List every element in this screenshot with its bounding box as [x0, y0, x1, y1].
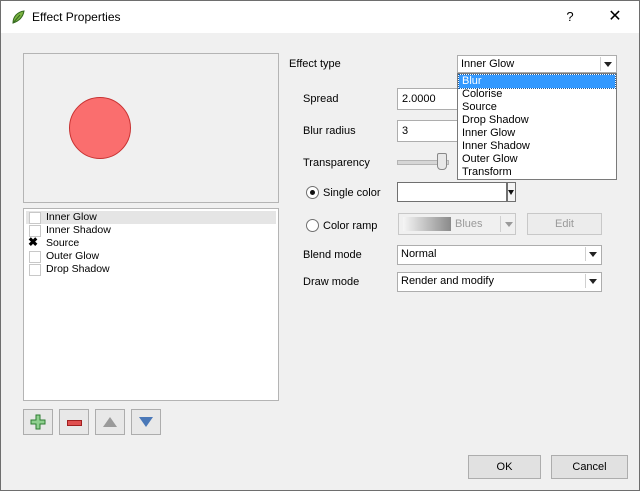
qgis-leaf-icon: [12, 10, 25, 24]
draw-mode-label: Draw mode: [303, 276, 360, 288]
check-mark-icon: ✖: [28, 235, 39, 249]
list-item-label: Inner Glow: [46, 211, 97, 223]
help-button[interactable]: ?: [559, 7, 581, 27]
add-effect-button[interactable]: [23, 409, 53, 435]
window-title: Effect Properties: [32, 10, 121, 24]
arrow-down-icon: [139, 417, 153, 427]
draw-mode-value: Render and modify: [401, 275, 494, 287]
effect-checkbox[interactable]: [29, 251, 41, 263]
dropdown-option[interactable]: Outer Glow: [459, 153, 615, 166]
spread-value: 2.0000: [402, 93, 436, 105]
plus-icon: [30, 414, 46, 430]
transparency-label: Transparency: [303, 157, 370, 169]
list-item[interactable]: Outer Glow: [26, 250, 276, 263]
effects-list[interactable]: Inner Glow Inner Shadow ✖ Source Outer Glow D…: [23, 208, 279, 401]
remove-effect-button[interactable]: [59, 409, 89, 435]
blend-mode-value: Normal: [401, 248, 437, 260]
list-item-label: Drop Shadow: [46, 263, 110, 275]
minus-icon: [67, 420, 82, 426]
list-item[interactable]: Inner Glow: [26, 211, 276, 224]
effect-type-combo[interactable]: Inner Glow: [457, 55, 617, 73]
edit-ramp-button[interactable]: Edit: [527, 213, 602, 235]
blend-mode-combo[interactable]: Normal: [397, 245, 602, 265]
blur-radius-value: 3: [402, 125, 409, 137]
list-item[interactable]: Inner Shadow: [26, 224, 276, 237]
effect-type-label: Effect type: [289, 58, 341, 70]
list-item-label: Inner Shadow: [46, 224, 111, 236]
close-icon[interactable]: ✕: [601, 7, 629, 27]
arrow-up-icon: [103, 417, 117, 427]
preview-circle: [69, 97, 131, 159]
color-ramp-gradient: [403, 217, 451, 231]
effect-type-dropdown-list: Blur Colorise Source Drop Shadow Inner Glow I…: [457, 73, 617, 180]
dropdown-option[interactable]: Drop Shadow: [459, 114, 615, 127]
chevron-down-icon: [604, 62, 612, 67]
blur-radius-label: Blur radius: [303, 125, 356, 137]
blend-mode-label: Blend mode: [303, 249, 362, 261]
single-color-label: Single color: [323, 187, 381, 199]
single-color-radio[interactable]: [306, 186, 319, 199]
draw-mode-combo[interactable]: Render and modify: [397, 272, 602, 292]
ok-button[interactable]: OK: [468, 455, 541, 479]
effect-preview: [23, 53, 279, 203]
effect-checkbox[interactable]: ✖: [28, 235, 39, 249]
effect-checkbox[interactable]: [29, 212, 41, 224]
single-color-button[interactable]: [397, 182, 507, 202]
dropdown-option[interactable]: Colorise: [459, 88, 615, 101]
effect-type-value: Inner Glow: [461, 58, 515, 70]
transparency-slider-handle[interactable]: [437, 153, 447, 170]
dropdown-option[interactable]: Inner Glow: [459, 127, 615, 140]
dropdown-option[interactable]: Transform: [459, 166, 615, 179]
effect-checkbox[interactable]: [29, 264, 41, 276]
list-item-label: Source: [46, 237, 80, 249]
dropdown-option[interactable]: Blur: [458, 74, 616, 89]
title-bar: Effect Properties ? ✕: [1, 1, 639, 33]
color-ramp-combo[interactable]: Blues: [398, 213, 516, 235]
list-item[interactable]: Drop Shadow: [26, 263, 276, 276]
cancel-button[interactable]: Cancel: [551, 455, 628, 479]
chevron-down-icon: [505, 222, 513, 227]
list-item-label: Outer Glow: [46, 250, 100, 262]
list-item[interactable]: ✖ Source: [26, 235, 276, 250]
color-ramp-label: Color ramp: [323, 220, 378, 232]
chevron-down-icon: [589, 279, 597, 284]
color-ramp-radio[interactable]: [306, 219, 319, 232]
dropdown-option[interactable]: Inner Shadow: [459, 140, 615, 153]
move-down-button[interactable]: [131, 409, 161, 435]
spread-label: Spread: [303, 93, 339, 105]
effect-properties-dialog: Effect Properties ? ✕ Inner Glow Inner Sh…: [0, 0, 640, 491]
color-ramp-value: Blues: [455, 218, 483, 230]
chevron-down-icon: [589, 252, 597, 257]
color-dropdown-button[interactable]: [507, 182, 516, 202]
dropdown-option[interactable]: Source: [459, 101, 615, 114]
move-up-button[interactable]: [95, 409, 125, 435]
